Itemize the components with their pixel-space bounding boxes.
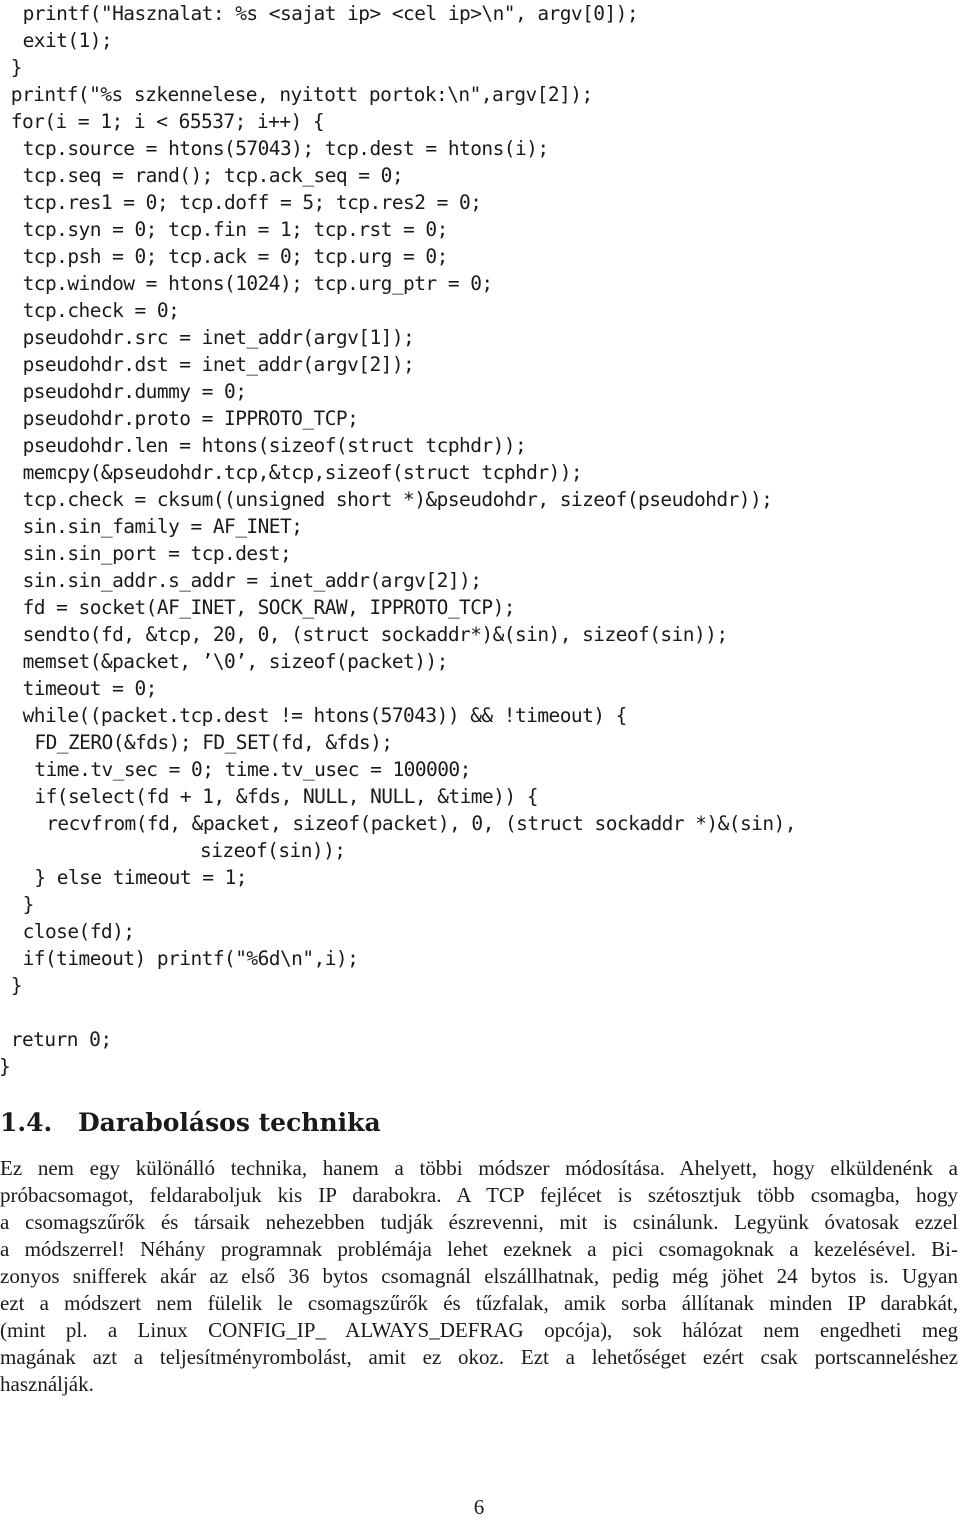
code-line: close(fd); — [22, 920, 135, 943]
code-line: if(timeout) printf("%6d\n",i); — [22, 947, 359, 970]
paragraph-line: használják. — [0, 1372, 94, 1396]
section-number: 1.4. — [0, 1108, 53, 1137]
code-line: pseudohdr.src = inet_addr(argv[1]); — [22, 326, 415, 349]
code-line: time.tv_sec = 0; time.tv_usec = 100000; — [34, 758, 471, 781]
code-line: timeout = 0; — [22, 677, 158, 700]
paragraph-line: magának azt a teljesítményrombolást, ami… — [0, 1345, 958, 1369]
section-title: Darabolásos technika — [78, 1108, 381, 1137]
code-line: FD_ZERO(&fds); FD_SET(fd, &fds); — [34, 731, 393, 754]
code-line: tcp.check = 0; — [22, 299, 180, 322]
code-line: } — [10, 974, 23, 997]
code-line: printf("Hasznalat: %s <sajat ip> <cel ip… — [22, 2, 639, 25]
code-line: tcp.syn = 0; tcp.fin = 1; tcp.rst = 0; — [22, 218, 449, 241]
code-line: while((packet.tcp.dest != htons(57043)) … — [22, 704, 628, 727]
paragraph-line: a módszerrel! Néhány programnak problémá… — [0, 1237, 958, 1261]
code-line: pseudohdr.dummy = 0; — [22, 380, 247, 403]
code-line: tcp.check = cksum((unsigned short *)&pse… — [22, 488, 773, 511]
paragraph-line: Ez nem egy különálló technika, hanem a t… — [0, 1156, 958, 1180]
code-line: pseudohdr.proto = IPPROTO_TCP; — [22, 407, 359, 430]
code-line: printf("%s szkennelese, nyitott portok:\… — [10, 83, 593, 106]
paragraph-line: (mint pl. a Linux CONFIG_IP_ ALWAYS_DEFR… — [0, 1318, 958, 1342]
code-line: sin.sin_family = AF_INET; — [22, 515, 303, 538]
code-line: sin.sin_port = tcp.dest; — [22, 542, 292, 565]
paragraph-line: zonyos snifferek akár az első 36 bytos c… — [0, 1264, 958, 1288]
code-line: tcp.source = htons(57043); tcp.dest = ht… — [22, 137, 549, 160]
code-line: sin.sin_addr.s_addr = inet_addr(argv[2])… — [22, 569, 482, 592]
code-line: if(select(fd + 1, &fds, NULL, NULL, &tim… — [34, 785, 538, 808]
code-line: memcpy(&pseudohdr.tcp,&tcp,sizeof(struct… — [22, 461, 583, 484]
code-line: pseudohdr.len = htons(sizeof(struct tcph… — [22, 434, 527, 457]
code-line: } — [22, 893, 35, 916]
code-line: } — [0, 1055, 11, 1078]
code-line: return 0; — [10, 1028, 112, 1051]
code-line: sendto(fd, &tcp, 20, 0, (struct sockaddr… — [22, 623, 729, 646]
code-line: tcp.window = htons(1024); tcp.urg_ptr = … — [22, 272, 494, 295]
body-paragraph: Ez nem egy különálló technika, hanem a t… — [0, 1155, 958, 1398]
paragraph-line: ezt a módszert nem fülelik le csomagszűr… — [0, 1291, 958, 1315]
code-line: for(i = 1; i < 65537; i++) { — [10, 110, 325, 133]
code-line: } else timeout = 1; — [34, 866, 248, 889]
code-line: tcp.res1 = 0; tcp.doff = 5; tcp.res2 = 0… — [22, 191, 482, 214]
section-heading: 1.4. Darabolásos technika — [0, 1106, 381, 1140]
code-line: exit(1); — [22, 29, 113, 52]
code-line: recvfrom(fd, &packet, sizeof(packet), 0,… — [46, 812, 796, 835]
code-line: pseudohdr.dst = inet_addr(argv[2]); — [22, 353, 415, 376]
code-line: tcp.psh = 0; tcp.ack = 0; tcp.urg = 0; — [22, 245, 449, 268]
code-line: sizeof(sin)); — [200, 839, 346, 862]
paragraph-line: a csomagszűrők és társaik nehezebben tud… — [0, 1210, 958, 1234]
code-line: memset(&packet, ’\0’, sizeof(packet)); — [22, 650, 449, 673]
paragraph-line: próbacsomagot, feldaraboljuk kis IP dara… — [0, 1183, 958, 1207]
page-number: 6 — [473, 1495, 485, 1519]
code-line: fd = socket(AF_INET, SOCK_RAW, IPPROTO_T… — [22, 596, 516, 619]
code-line: } — [10, 56, 23, 79]
code-line: tcp.seq = rand(); tcp.ack_seq = 0; — [22, 164, 404, 187]
